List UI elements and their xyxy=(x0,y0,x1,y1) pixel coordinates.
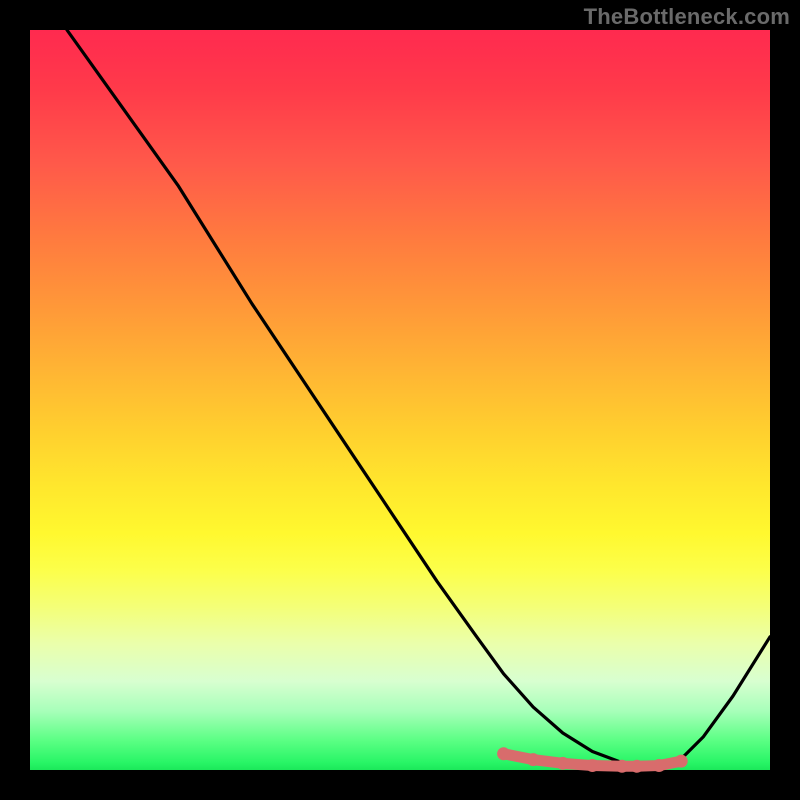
band-dot xyxy=(586,759,599,772)
band-dot xyxy=(497,747,510,760)
bottleneck-curve xyxy=(67,30,770,766)
band-dot xyxy=(653,759,666,772)
chart-svg xyxy=(30,30,770,770)
chart-container: TheBottleneck.com xyxy=(0,0,800,800)
chart-frame xyxy=(30,30,770,770)
band-dot xyxy=(675,755,688,768)
band-dot xyxy=(527,753,540,766)
band-dot xyxy=(616,760,629,773)
band-dot xyxy=(630,760,643,773)
band-dot xyxy=(556,757,569,770)
watermark-text: TheBottleneck.com xyxy=(584,4,790,30)
